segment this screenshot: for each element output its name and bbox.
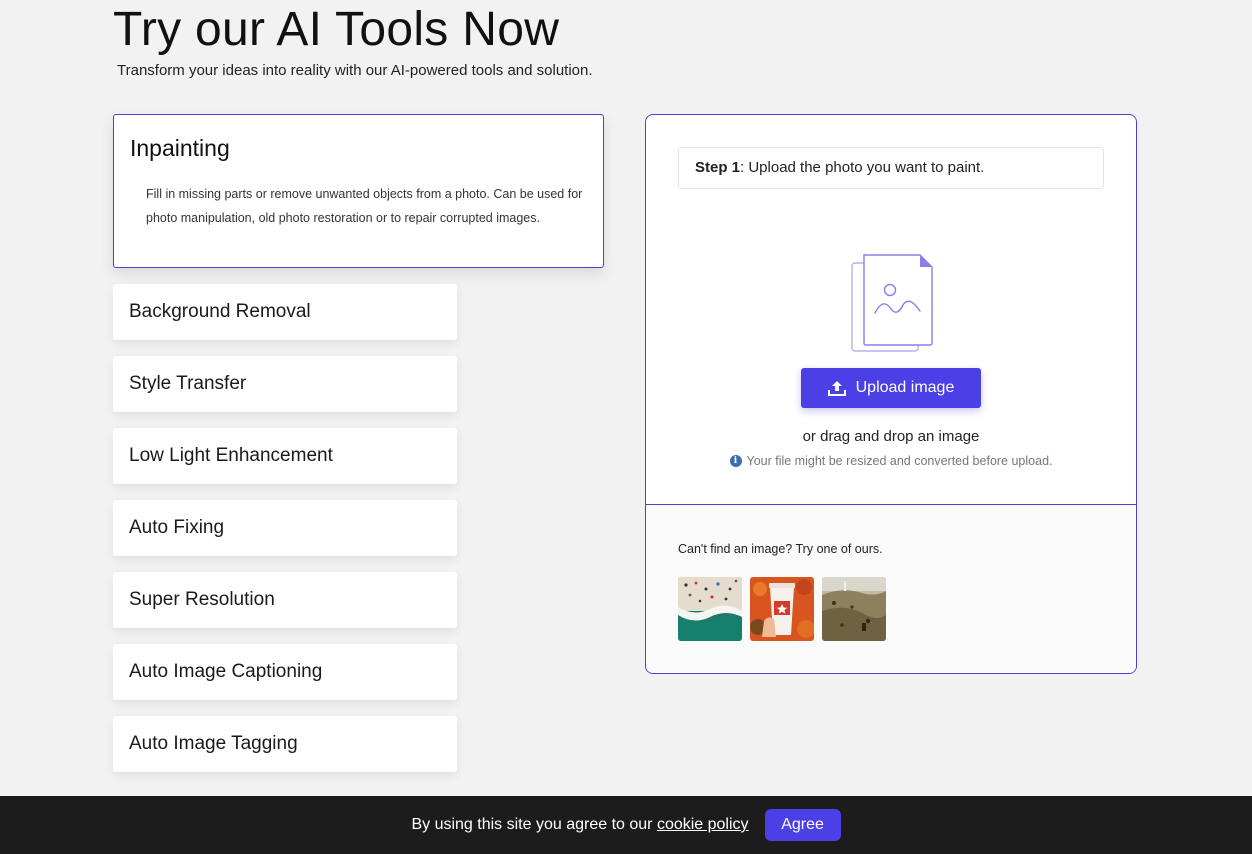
page: Try our AI Tools Now Transform your idea… xyxy=(0,0,1252,854)
upload-icon xyxy=(827,380,846,396)
tool-card-label: Auto Image Tagging xyxy=(129,733,298,754)
page-subtitle: Transform your ideas into reality with o… xyxy=(117,62,593,79)
tool-card-low-light-enhancement[interactable]: Low Light Enhancement xyxy=(113,428,457,484)
step-instruction: Step 1: Upload the photo you want to pai… xyxy=(678,147,1104,189)
resize-note: i Your file might be resized and convert… xyxy=(646,454,1136,468)
info-icon: i xyxy=(729,455,742,467)
sample-image-hillside[interactable] xyxy=(822,577,886,641)
tool-card-auto-image-tagging[interactable]: Auto Image Tagging xyxy=(113,716,457,772)
image-file-icon xyxy=(851,254,933,352)
cookie-text: By using this site you agree to our cook… xyxy=(411,816,748,834)
tool-card-label: Low Light Enhancement xyxy=(129,445,333,466)
tool-card-label: Auto Image Captioning xyxy=(129,661,323,682)
cookie-text-main: By using this site you agree to our xyxy=(411,816,653,833)
agree-button[interactable]: Agree xyxy=(764,809,841,841)
sample-images-section: Can't find an image? Try one of ours. xyxy=(646,505,1136,673)
sample-images-label: Can't find an image? Try one of ours. xyxy=(678,542,883,556)
cookie-consent-bar: By using this site you agree to our cook… xyxy=(0,796,1252,854)
tool-card-background-removal[interactable]: Background Removal xyxy=(113,284,457,340)
tool-card-style-transfer[interactable]: Style Transfer xyxy=(113,356,457,412)
sample-image-beach[interactable] xyxy=(678,577,742,641)
upload-panel: Step 1: Upload the photo you want to pai… xyxy=(645,114,1137,674)
upload-image-button[interactable]: Upload image xyxy=(801,368,981,408)
cookie-policy-link[interactable]: cookie policy xyxy=(657,816,749,833)
tool-card-label: Style Transfer xyxy=(129,373,247,394)
tool-card-label: Background Removal xyxy=(129,301,311,322)
tool-card-label: Super Resolution xyxy=(129,589,275,610)
resize-note-text: Your file might be resized and converted… xyxy=(746,454,1053,468)
step-text: : Upload the photo you want to paint. xyxy=(740,159,985,176)
sample-image-coffee-cup[interactable] xyxy=(750,577,814,641)
tool-card-label: Auto Fixing xyxy=(129,517,225,538)
step-label: Step 1 xyxy=(695,159,741,176)
tool-card-auto-fixing[interactable]: Auto Fixing xyxy=(113,500,457,556)
tool-card-description: Fill in missing parts or remove unwanted… xyxy=(146,187,583,225)
page-title: Try our AI Tools Now xyxy=(113,3,560,56)
drag-drop-text: or drag and drop an image xyxy=(802,428,980,445)
tool-card-title: Inpainting xyxy=(130,135,230,161)
tool-card-auto-image-captioning[interactable]: Auto Image Captioning xyxy=(113,644,457,700)
tool-card-inpainting[interactable]: Inpainting Fill in missing parts or remo… xyxy=(113,114,604,268)
upload-image-button-label: Upload image xyxy=(855,379,955,396)
tool-card-super-resolution[interactable]: Super Resolution xyxy=(113,572,457,628)
